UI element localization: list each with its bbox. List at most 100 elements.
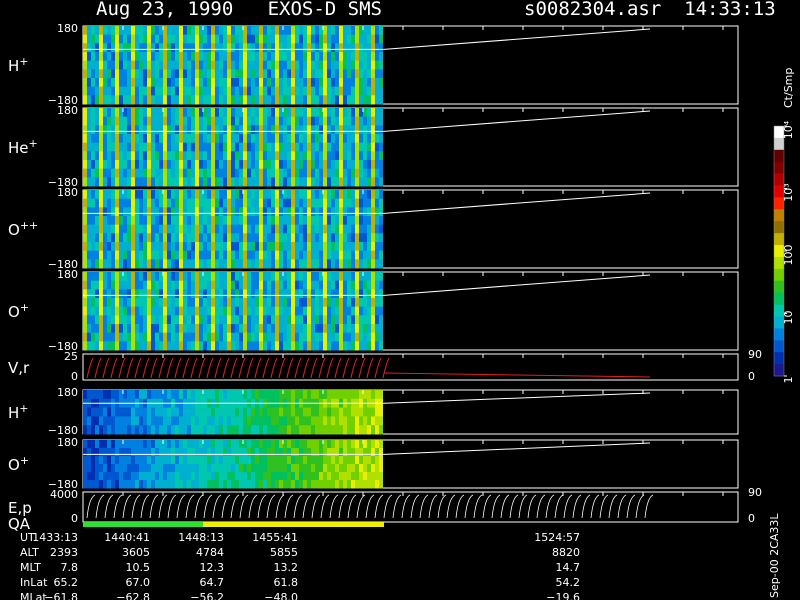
heat-cell	[163, 216, 167, 226]
heat-cell	[311, 341, 315, 351]
heat-cell	[259, 125, 263, 135]
heat-cell	[259, 69, 263, 79]
heat-cell	[163, 416, 167, 426]
heat-cell	[315, 233, 319, 243]
heat-cell	[295, 34, 299, 44]
heat-cell	[299, 341, 303, 351]
heat-cell	[323, 242, 327, 252]
heat-cell	[207, 332, 211, 342]
heat-cell	[155, 95, 159, 105]
heat-cell	[311, 108, 315, 118]
heat-cell	[103, 34, 107, 44]
heat-cell	[323, 216, 327, 226]
heat-cell	[375, 456, 379, 465]
y-tick-top: 180	[57, 22, 78, 35]
heat-cell	[127, 306, 131, 316]
heat-cell	[255, 464, 259, 473]
heat-cell	[343, 324, 347, 334]
heat-cell	[367, 198, 371, 208]
heat-cell	[155, 259, 159, 269]
heat-cell	[171, 224, 175, 234]
heat-cell	[195, 160, 199, 170]
heat-cell	[175, 250, 179, 260]
heat-cell	[135, 250, 139, 260]
heat-cell	[223, 34, 227, 44]
heat-cell	[359, 242, 363, 252]
heat-cell	[335, 456, 339, 465]
heat-cell	[223, 69, 227, 79]
heat-cell	[143, 332, 147, 342]
heat-cell	[355, 272, 359, 282]
heat-cell	[259, 160, 263, 170]
heat-cell	[191, 134, 195, 144]
heat-cell	[211, 448, 215, 457]
heat-cell	[275, 272, 279, 282]
heat-cell	[139, 198, 143, 208]
heat-cell	[227, 108, 231, 118]
heat-cell	[95, 95, 99, 105]
heat-cell	[275, 233, 279, 243]
heat-cell	[319, 198, 323, 208]
heat-cell	[143, 142, 147, 152]
heat-cell	[171, 160, 175, 170]
heat-cell	[123, 34, 127, 44]
heat-cell	[267, 116, 271, 126]
heat-cell	[247, 390, 251, 400]
heat-cell	[215, 86, 219, 96]
heat-cell	[179, 216, 183, 226]
heat-cell	[367, 289, 371, 299]
heat-cell	[175, 52, 179, 62]
heat-cell	[239, 332, 243, 342]
heat-cell	[83, 69, 87, 79]
heat-cell	[367, 341, 371, 351]
heat-cell	[367, 86, 371, 96]
heat-cell	[227, 190, 231, 200]
heat-cell	[163, 315, 167, 325]
heat-cell	[123, 134, 127, 144]
heat-cell	[115, 160, 119, 170]
colorbar-tick-label: 10	[782, 311, 795, 325]
heat-cell	[323, 440, 327, 449]
heat-cell	[239, 224, 243, 234]
heat-cell	[247, 233, 251, 243]
heat-cell	[195, 448, 199, 457]
heat-cell	[231, 198, 235, 208]
heat-cell	[291, 134, 295, 144]
heat-cell	[179, 207, 183, 217]
heat-cell	[303, 60, 307, 70]
heat-cell	[207, 52, 211, 62]
heat-cell	[359, 78, 363, 88]
heat-cell	[219, 448, 223, 457]
heat-cell	[251, 250, 255, 260]
heat-cell	[335, 116, 339, 126]
heat-cell	[187, 60, 191, 70]
heat-cell	[135, 160, 139, 170]
heat-cell	[151, 216, 155, 226]
heat-cell	[123, 390, 127, 400]
heat-cell	[247, 259, 251, 269]
heat-cell	[115, 464, 119, 473]
heat-cell	[263, 52, 267, 62]
heat-cell	[179, 250, 183, 260]
heat-cell	[219, 52, 223, 62]
heat-cell	[183, 108, 187, 118]
heat-cell	[299, 448, 303, 457]
heat-cell	[339, 216, 343, 226]
heat-cell	[99, 216, 103, 226]
heat-cell	[263, 108, 267, 118]
heat-cell	[279, 95, 283, 105]
heat-cell	[367, 52, 371, 62]
heat-cell	[283, 315, 287, 325]
heat-cell	[339, 69, 343, 79]
heat-cell	[135, 332, 139, 342]
heat-cell	[255, 456, 259, 465]
heat-cell	[171, 78, 175, 88]
heat-cell	[151, 280, 155, 290]
panel-label-sup: +	[19, 55, 28, 68]
heat-cell	[295, 86, 299, 96]
heat-cell	[119, 78, 123, 88]
heat-cell	[155, 190, 159, 200]
heat-cell	[155, 108, 159, 118]
heat-cell	[87, 116, 91, 126]
heat-cell	[307, 272, 311, 282]
